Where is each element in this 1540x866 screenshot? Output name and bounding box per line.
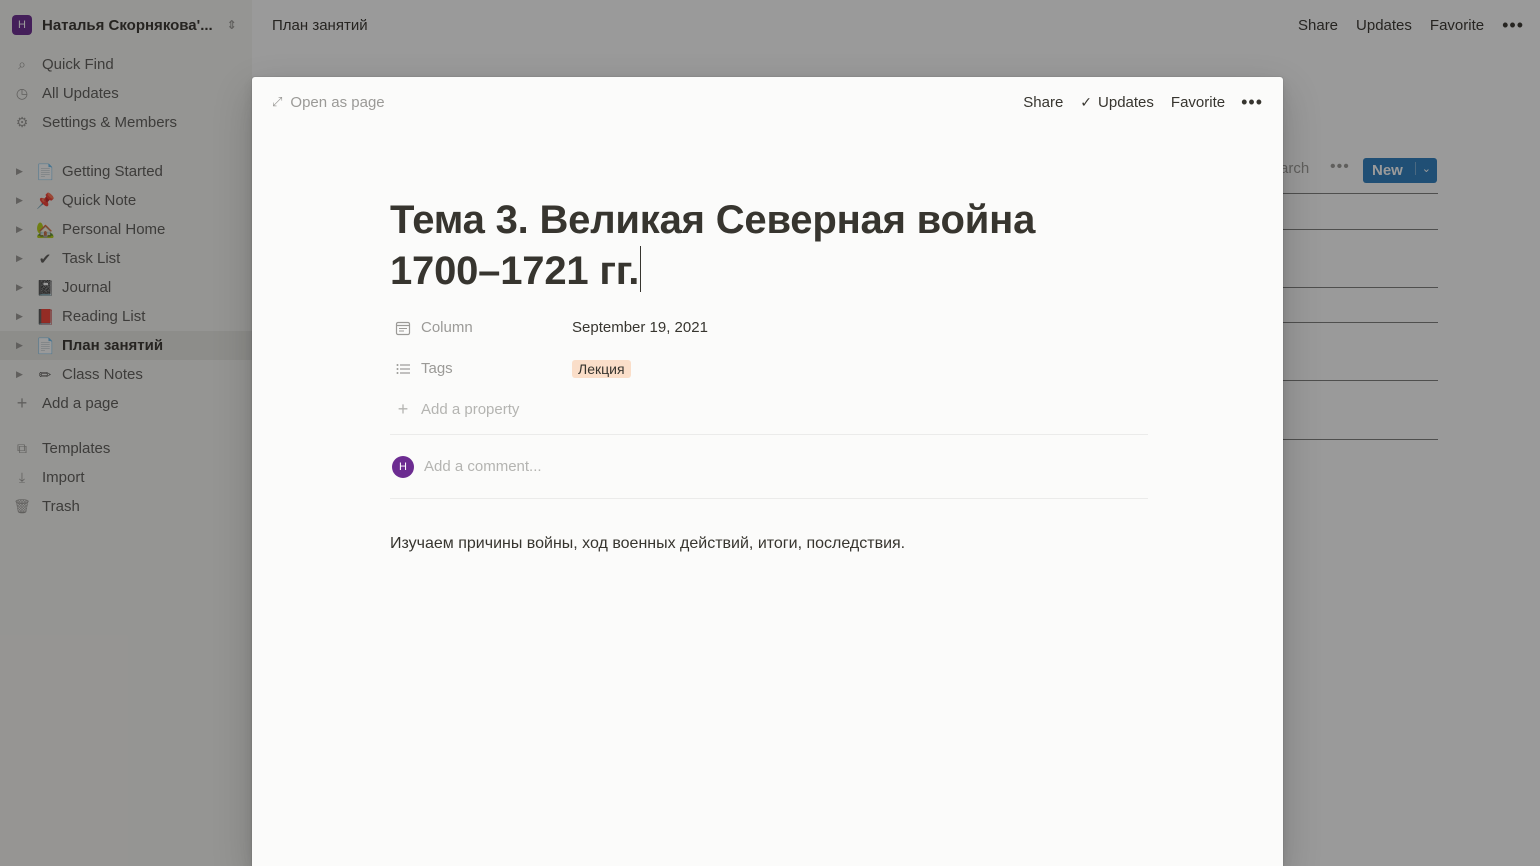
properties: Column September 19, 2021 Tags Лекция + … bbox=[390, 307, 1148, 430]
updates-label: Updates bbox=[1098, 93, 1154, 111]
property-name: Tags bbox=[390, 360, 572, 378]
modal-updates-button[interactable]: ✓ Updates bbox=[1080, 94, 1154, 111]
plus-icon: + bbox=[397, 399, 409, 419]
page-title[interactable]: Тема 3. Великая Северная война 1700–1721… bbox=[390, 195, 1148, 297]
modal-header: ⤢ Open as page Share ✓ Updates Favorite … bbox=[252, 77, 1283, 127]
checkmark-icon: ✓ bbox=[1080, 93, 1093, 110]
tag-badge[interactable]: Лекция bbox=[572, 359, 631, 378]
calendar-icon bbox=[394, 319, 412, 337]
property-name-label: Tags bbox=[421, 360, 453, 377]
modal-share-button[interactable]: Share bbox=[1023, 94, 1063, 111]
property-tags[interactable]: Tags Лекция bbox=[390, 348, 1148, 389]
page-content: Тема 3. Великая Северная война 1700–1721… bbox=[390, 195, 1148, 553]
list-icon bbox=[394, 360, 412, 378]
comment-placeholder[interactable]: Add a comment... bbox=[424, 458, 542, 475]
page-body-text[interactable]: Изучаем причины войны, ход военных дейст… bbox=[390, 535, 1148, 553]
modal-favorite-button[interactable]: Favorite bbox=[1171, 94, 1225, 111]
property-column[interactable]: Column September 19, 2021 bbox=[390, 307, 1148, 348]
page-title-text: Тема 3. Великая Северная война 1700–1721… bbox=[390, 198, 1036, 293]
text-cursor bbox=[640, 246, 642, 292]
avatar: Н bbox=[392, 455, 414, 478]
open-as-page-label: Open as page bbox=[290, 93, 385, 111]
expand-arrows-icon: ⤢ bbox=[272, 94, 283, 109]
property-name: Column bbox=[390, 319, 572, 337]
property-name-label: Column bbox=[421, 319, 473, 336]
more-options-icon[interactable]: ••• bbox=[1241, 92, 1263, 113]
divider bbox=[390, 498, 1148, 499]
add-property-label: Add a property bbox=[421, 401, 520, 418]
comment-box[interactable]: Н Add a comment... bbox=[390, 435, 1148, 498]
property-column-value[interactable]: September 19, 2021 bbox=[572, 319, 708, 336]
page-peek-modal: ⤢ Open as page Share ✓ Updates Favorite … bbox=[252, 77, 1283, 866]
open-as-page-button[interactable]: ⤢ Open as page bbox=[272, 94, 1006, 111]
add-property-button[interactable]: + Add a property bbox=[390, 389, 1148, 430]
